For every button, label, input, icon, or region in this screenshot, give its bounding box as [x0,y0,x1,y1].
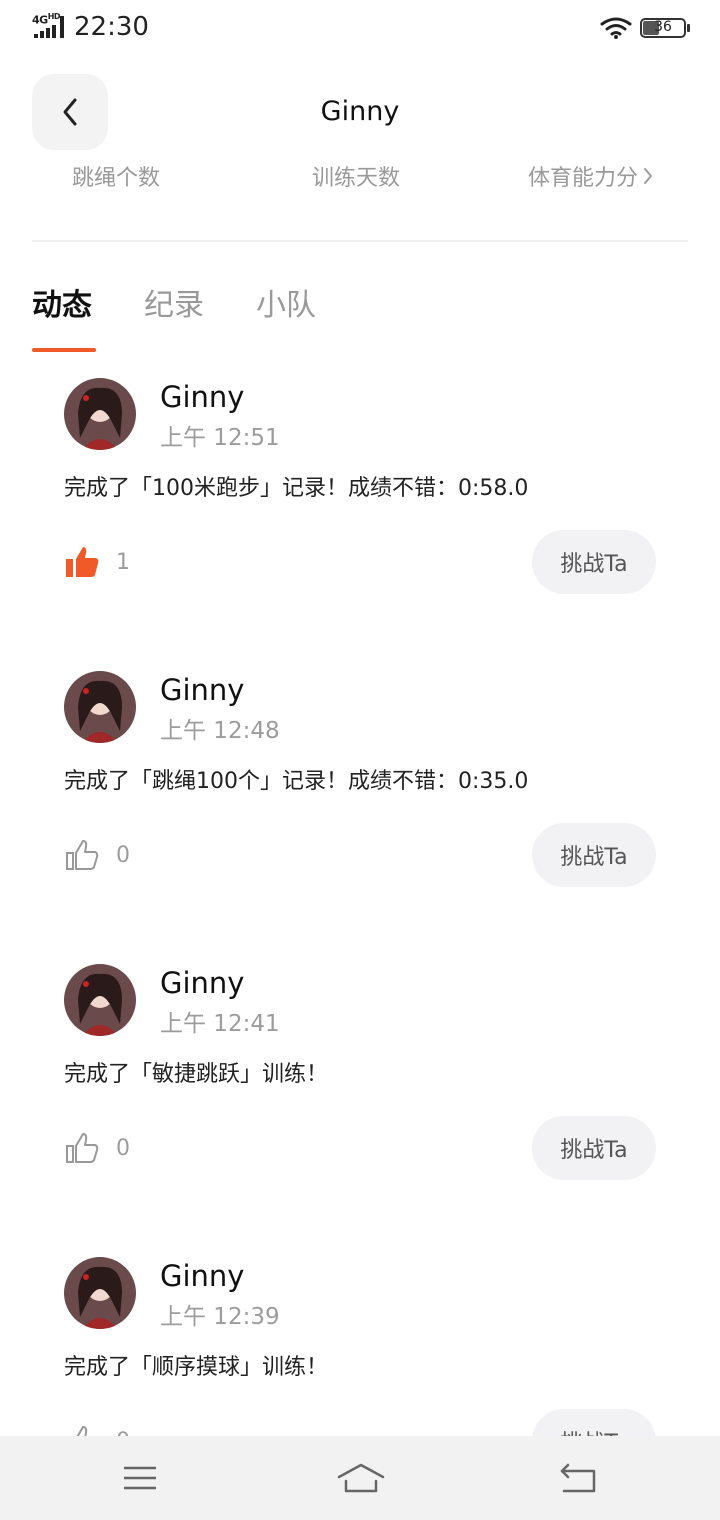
nav-home-button[interactable] [336,1458,386,1498]
like-count: 1 [116,549,130,575]
list-item: Ginny 上午 12:39 完成了「顺序摸球」训练！ 0 挑战Ta [0,1249,720,1436]
like-button[interactable]: 0 [64,1421,130,1436]
chevron-right-icon [644,168,653,184]
post-text: 完成了「100米跑步」记录！成绩不错：0:58.0 [64,476,529,501]
avatar[interactable] [64,964,136,1036]
divider [32,240,688,242]
post-author: Ginny [160,966,245,1000]
post-author: Ginny [160,1259,245,1293]
post-author: Ginny [160,380,245,414]
avatar[interactable] [64,671,136,743]
stats-row: 跳绳个数 训练天数 体育能力分 [0,160,720,200]
like-button[interactable]: 0 [64,1128,130,1168]
tab-team[interactable]: 小队 [256,280,316,324]
page-title: Ginny [320,96,400,127]
battery-icon: 36 [640,18,690,38]
menu-icon [124,1466,156,1490]
cell-signal-icon: 4GHD [32,12,68,40]
avatar[interactable] [64,378,136,450]
challenge-button[interactable]: 挑战Ta [532,1116,656,1180]
system-nav-bar [0,1436,720,1520]
list-item: Ginny 上午 12:48 完成了「跳绳100个」记录！成绩不错：0:35.0… [0,663,720,956]
home-icon [337,1463,385,1493]
tab-activity[interactable]: 动态 [32,280,92,324]
thumbs-up-filled-icon [66,547,99,577]
nav-menu-button[interactable] [118,1458,162,1498]
status-bar: 4GHD 22:30 36 [0,0,720,60]
challenge-button[interactable]: 挑战Ta [532,530,656,594]
post-time: 上午 12:51 [160,425,280,451]
like-count: 0 [116,842,130,868]
back-arrow-icon [560,1463,596,1493]
post-text: 完成了「跳绳100个」记录！成绩不错：0:35.0 [64,769,529,794]
post-time: 上午 12:41 [160,1011,280,1037]
like-count: 0 [116,1135,130,1161]
list-item: Ginny 上午 12:41 完成了「敏捷跳跃」训练！ 0 挑战Ta [0,956,720,1249]
stat-fitness-score[interactable]: 体育能力分 [528,160,654,192]
post-text: 完成了「敏捷跳跃」训练！ [64,1062,329,1087]
thumbs-up-icon [66,1133,99,1163]
thumbs-up-icon [76,1426,88,1436]
stat-training-days[interactable]: 训练天数 [312,160,400,192]
wifi-icon [600,17,632,39]
tab-records[interactable]: 纪录 [144,280,204,324]
stat-fitness-score-label: 体育能力分 [528,166,639,191]
like-count: 0 [116,1429,130,1437]
post-time: 上午 12:39 [160,1304,280,1330]
like-button[interactable]: 0 [64,835,130,875]
like-button[interactable]: 1 [64,542,130,582]
post-time: 上午 12:48 [160,718,280,744]
tab-active-indicator [32,348,96,352]
stat-jump-rope-count[interactable]: 跳绳个数 [72,160,160,192]
challenge-button[interactable]: 挑战Ta [532,1409,656,1436]
activity-feed: Ginny 上午 12:51 完成了「100米跑步」记录！成绩不错：0:58.0… [0,370,720,1436]
avatar[interactable] [64,1257,136,1329]
post-author: Ginny [160,673,245,707]
challenge-button[interactable]: 挑战Ta [532,823,656,887]
clock: 22:30 [74,12,149,42]
list-item: Ginny 上午 12:51 完成了「100米跑步」记录！成绩不错：0:58.0… [0,370,720,663]
thumbs-up-icon [66,840,99,870]
nav-back-button[interactable] [556,1458,600,1498]
post-text: 完成了「顺序摸球」训练！ [64,1355,329,1380]
